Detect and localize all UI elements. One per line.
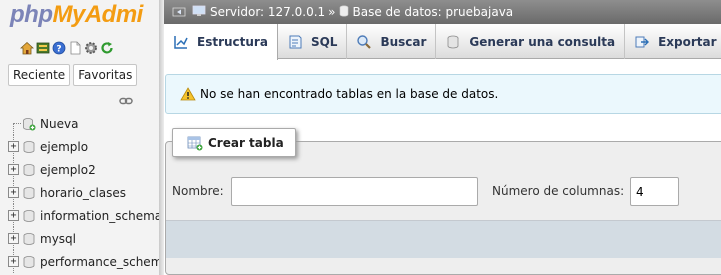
back-arrow-icon[interactable]	[172, 5, 186, 19]
tree-item-label: performance_schema	[40, 254, 159, 269]
expand-toggle[interactable]: +	[8, 210, 19, 221]
tree-item-database[interactable]: + horario_clases	[6, 181, 159, 204]
database-icon[interactable]	[36, 41, 50, 55]
tab-label: SQL	[310, 34, 338, 49]
tree-item-database[interactable]: + information_schema	[6, 204, 159, 227]
tree-connector: +	[6, 250, 20, 273]
tab-label: Generar una consulta	[469, 34, 616, 49]
tab-label: Buscar	[380, 34, 427, 49]
structure-icon	[173, 34, 189, 50]
server-icon	[192, 5, 206, 20]
tab-search[interactable]: Buscar	[347, 24, 437, 59]
home-icon[interactable]	[20, 41, 34, 55]
database-cylinder-icon	[339, 4, 349, 20]
nav-tabs: Reciente Favoritas	[8, 64, 138, 86]
link-icon[interactable]	[119, 95, 133, 105]
expand-toggle[interactable]: +	[8, 164, 19, 175]
tree-connector	[6, 112, 21, 135]
breadcrumb-server[interactable]: Servidor: 127.0.0.1	[192, 5, 325, 20]
form-submit-bar	[166, 220, 721, 258]
tree-item-label: mysql	[40, 231, 76, 246]
expand-toggle[interactable]: +	[8, 187, 19, 198]
tree-connector: +	[6, 204, 20, 227]
tree-item-label: Nueva	[40, 116, 79, 131]
navigation-panel: phpMyAdmi ? Reciente Favoritas Nueva + e…	[0, 0, 159, 275]
tree-item-database[interactable]: + mysql	[6, 227, 159, 250]
notice-message: No se han encontrado tablas en la base d…	[165, 74, 721, 114]
reload-icon[interactable]	[100, 41, 114, 55]
create-table-title: Crear tabla	[208, 135, 284, 150]
expand-toggle[interactable]: +	[8, 256, 19, 267]
query-database-icon	[445, 34, 461, 50]
create-table-legend: Crear tabla	[172, 128, 296, 157]
column-count-input[interactable]	[630, 177, 679, 206]
logo-my: My	[52, 1, 85, 28]
logo-php: php	[10, 1, 53, 28]
svg-text:?: ?	[56, 45, 61, 55]
add-table-icon	[187, 135, 203, 151]
tree-connector: +	[6, 158, 20, 181]
table-name-input[interactable]	[231, 177, 478, 206]
tab-label: Exportar	[658, 34, 717, 49]
tree-connector: +	[6, 135, 20, 158]
search-icon	[356, 34, 372, 50]
nav-icon-bar: ?	[20, 40, 114, 56]
tab-export[interactable]: Exportar	[625, 24, 721, 59]
new-database-icon	[22, 117, 36, 131]
tree-item-database[interactable]: + ejemplo2	[6, 158, 159, 181]
table-name-label: Nombre:	[172, 184, 224, 198]
logo-admin: Admi	[84, 1, 144, 28]
sql-icon	[287, 34, 303, 50]
tree-item-database[interactable]: + performance_schema	[6, 250, 159, 273]
tree-item-label: information_schema	[40, 208, 159, 223]
tree-connector: +	[6, 181, 20, 204]
database-cylinder-icon	[22, 255, 36, 269]
tab-label: Estructura	[197, 35, 268, 49]
help-icon[interactable]: ?	[52, 41, 66, 55]
tab-sql[interactable]: SQL	[278, 24, 348, 59]
breadcrumb-bar: Servidor: 127.0.0.1 » Base de datos: pru…	[164, 0, 721, 24]
notice-text: No se han encontrado tablas en la base d…	[200, 87, 499, 101]
expand-toggle[interactable]: +	[8, 141, 19, 152]
column-count-label: Número de columnas:	[492, 184, 625, 198]
tree-item-label: ejemplo	[40, 139, 89, 154]
recent-tab[interactable]: Reciente	[8, 64, 71, 86]
export-icon	[634, 34, 650, 50]
document-icon[interactable]	[68, 41, 82, 55]
database-cylinder-icon	[22, 140, 36, 154]
tree-item-label: ejemplo2	[40, 162, 96, 177]
favorites-tab[interactable]: Favoritas	[73, 64, 138, 86]
warning-icon	[180, 87, 196, 101]
tree-item-new[interactable]: Nueva	[6, 112, 159, 135]
tab-query[interactable]: Generar una consulta	[436, 24, 626, 59]
server-label: Servidor: 127.0.0.1	[210, 5, 326, 19]
database-label: Base de datos: pruebajava	[352, 5, 514, 19]
tab-structure[interactable]: Estructura	[164, 24, 278, 60]
tree-item-database[interactable]: + ejemplo	[6, 135, 159, 158]
database-tree: Nueva + ejemplo + ejemplo2 + horario_cla…	[6, 112, 159, 273]
settings-icon[interactable]	[84, 41, 98, 55]
breadcrumb-database[interactable]: Base de datos: pruebajava	[339, 4, 514, 20]
phpmyadmin-logo[interactable]: phpMyAdmi	[10, 1, 143, 31]
expand-toggle[interactable]: +	[8, 233, 19, 244]
tree-connector: +	[6, 227, 20, 250]
tree-item-label: horario_clases	[40, 185, 127, 200]
database-cylinder-icon	[22, 163, 36, 177]
database-cylinder-icon	[22, 186, 36, 200]
breadcrumb-separator: »	[328, 5, 336, 19]
database-cylinder-icon	[22, 209, 36, 223]
database-cylinder-icon	[22, 232, 36, 246]
main-tabs: Estructura SQL Buscar Generar una consul…	[164, 24, 721, 60]
